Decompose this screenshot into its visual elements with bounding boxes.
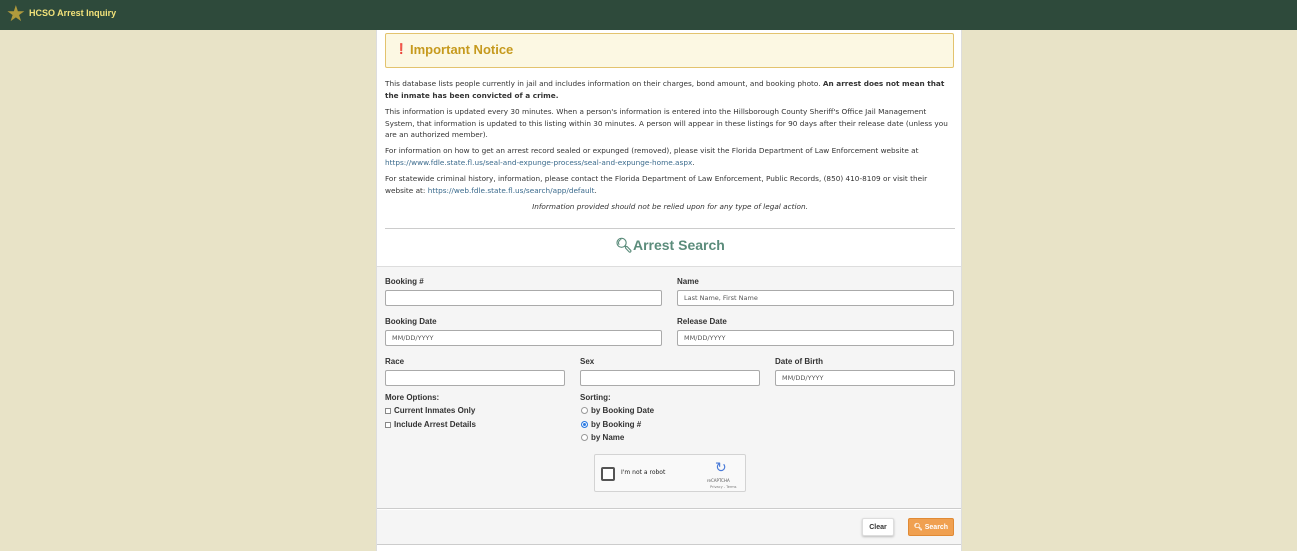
race-input[interactable] [385,370,565,386]
radio-selected[interactable] [581,421,588,428]
search-icon: 🔍︎ [615,237,633,253]
checkbox[interactable] [385,421,391,428]
radio[interactable] [581,407,588,414]
sort-by-booking-number-radio[interactable]: by Booking # [581,420,641,429]
form-footer: Clear 🔍︎ Search [377,510,961,545]
recaptcha-checkbox[interactable] [601,467,615,481]
sorting-label: Sorting: [580,393,611,402]
search-title-text: Arrest Search [632,237,725,253]
race-label: Race [385,357,405,366]
disclaimer: Information provided should not be relie… [532,202,808,211]
search-form: Booking # Name Last Name, First Name Boo… [377,266,961,509]
notice-paragraph-2: This information is updated every 30 min… [385,107,948,139]
release-date-label: Release Date [677,317,727,326]
dob-input[interactable]: MM/DD/YYYY [775,370,955,386]
sex-input[interactable] [580,370,760,386]
recaptcha-widget: I'm not a robot ↻ reCAPTCHA Privacy - Te… [594,454,746,492]
booking-number-input[interactable] [385,290,662,306]
notice-title: Important Notice [410,42,514,57]
notice-paragraph-1: This database lists people currently in … [385,78,955,101]
search-icon: 🔍︎ [913,524,925,531]
more-options-label: More Options: [385,393,440,402]
notice-text: This database lists people currently in … [385,79,821,88]
exclamation-icon: ❗ [395,44,408,55]
notice-paragraph-3: For information on how to get an arrest … [385,146,919,167]
radio-label: by Name [591,433,625,442]
dob-label: Date of Birth [775,357,823,366]
recaptcha-label: I'm not a robot [621,469,666,476]
notice-text: For information on how to get an arrest … [385,146,919,155]
notice-paragraph-4: For statewide criminal history, informat… [385,174,928,195]
sort-by-name-radio[interactable]: by Name [581,433,624,442]
option-label: Current Inmates Only [394,406,476,415]
checkbox[interactable] [385,407,391,414]
name-input[interactable]: Last Name, First Name [677,290,954,306]
option-label: Include Arrest Details [394,420,476,429]
seal-expunge-link[interactable]: https://www.fdle.state.fl.us/seal-and-ex… [385,158,692,167]
include-arrest-details-checkbox[interactable]: Include Arrest Details [385,420,476,429]
recaptcha-brand: reCAPTCHA [707,478,730,483]
clear-button[interactable]: Clear [862,518,894,536]
sheriff-star-logo-icon: ★ [6,2,26,27]
booking-date-label: Booking Date [385,317,437,326]
release-date-input[interactable]: MM/DD/YYYY [677,330,954,346]
divider [385,228,955,229]
name-label: Name [677,277,699,286]
booking-label: Booking # [385,277,424,286]
sex-label: Sex [580,357,595,366]
booking-date-input[interactable]: MM/DD/YYYY [385,330,662,346]
search-title: 🔍︎Arrest Search [377,237,963,254]
important-notice: ❗ Important Notice [385,33,954,68]
radio-label: by Booking Date [591,406,655,415]
radio-label: by Booking # [591,420,642,429]
current-inmates-checkbox[interactable]: Current Inmates Only [385,406,475,415]
recaptcha-privacy-terms[interactable]: Privacy - Terms [710,485,736,489]
app-title[interactable]: HCSO Arrest Inquiry [29,8,116,18]
radio[interactable] [581,434,588,441]
fdle-search-link[interactable]: https://web.fdle.state.fl.us/search/app/… [428,186,595,195]
sort-by-booking-date-radio[interactable]: by Booking Date [581,406,654,415]
search-button-label: Search [924,524,949,531]
app-header: ★ HCSO Arrest Inquiry [0,0,1297,30]
search-button[interactable]: 🔍︎ Search [908,518,954,536]
recaptcha-logo-icon: ↻ [715,460,727,476]
main-panel: ❗ Important Notice This database lists p… [376,30,962,551]
